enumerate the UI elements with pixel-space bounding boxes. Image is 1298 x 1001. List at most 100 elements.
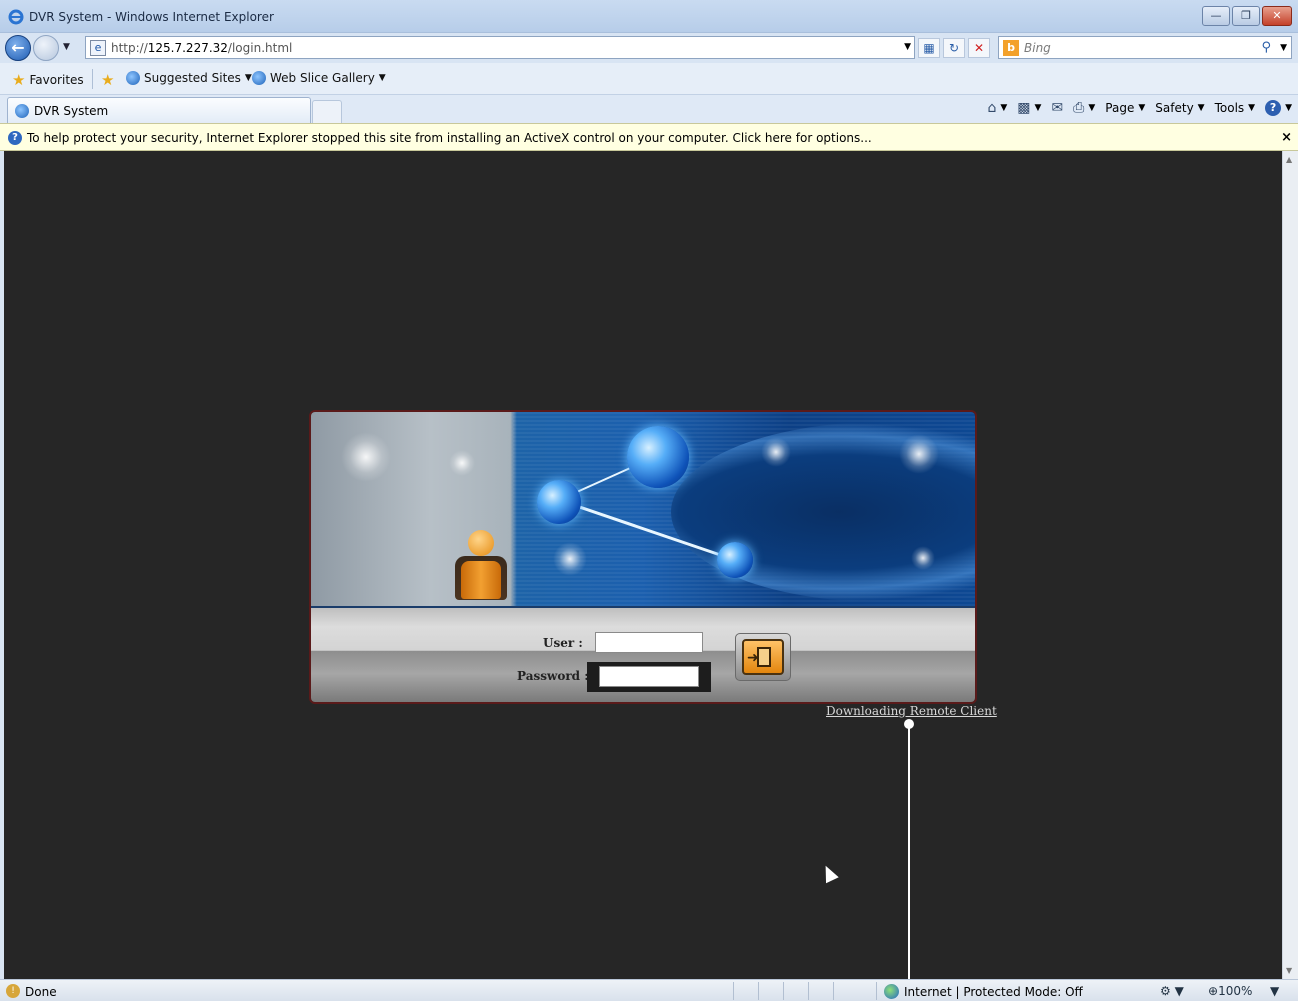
favorites-separator xyxy=(92,69,93,89)
suggested-sites-ie-icon xyxy=(126,71,140,85)
restore-button[interactable]: ❐ xyxy=(1232,6,1260,26)
chevron-down-icon: ▼ xyxy=(1000,103,1008,113)
status-separator xyxy=(733,982,734,1000)
bing-logo-icon: b xyxy=(1003,40,1019,56)
status-bar: ! Done Internet | Protected Mode: Off ⚙ … xyxy=(0,979,1298,1001)
tab-row: DVR System ⌂ ▼ ▩ ▼ ✉ ⎙ ▼ Page ▼ Safety ▼ Tool… xyxy=(0,95,1298,123)
status-separator xyxy=(833,982,834,1000)
vertical-scrollbar[interactable]: ▲ ▼ xyxy=(1282,151,1298,979)
read-mail-button[interactable]: ✉ xyxy=(1051,100,1063,116)
favorites-label: Favorites xyxy=(29,73,84,87)
address-tools: ▦ ↻ ✕ xyxy=(918,38,993,58)
security-zone-text[interactable]: Internet | Protected Mode: Off xyxy=(904,985,1083,999)
scroll-down-icon[interactable]: ▼ xyxy=(1286,966,1292,975)
chevron-down-icon: ▼ xyxy=(1138,103,1146,113)
feeds-button[interactable]: ▩ ▼ xyxy=(1017,100,1041,116)
search-field[interactable]: b Bing ⚲ ▼ xyxy=(998,36,1292,59)
home-button[interactable]: ⌂ ▼ xyxy=(987,100,1007,116)
favorites-button[interactable]: ★ Favorites xyxy=(12,71,84,89)
address-url[interactable]: http://125.7.227.32/login.html xyxy=(111,41,292,55)
window-title-bar: DVR System - Windows Internet Explorer —… xyxy=(0,0,1298,33)
help-icon: ? xyxy=(1265,100,1282,116)
internet-zone-globe-icon xyxy=(884,984,899,999)
stop-icon[interactable]: ✕ xyxy=(968,38,990,58)
chevron-down-icon: ▼ xyxy=(1285,103,1292,113)
password-label: Password : xyxy=(517,669,589,683)
forward-button[interactable] xyxy=(33,35,59,61)
compatibility-view-icon[interactable]: ▦ xyxy=(918,38,940,58)
information-bar-message[interactable]: To help protect your security, Internet … xyxy=(27,131,872,145)
web-slice-ie-icon xyxy=(252,71,266,85)
chevron-down-icon: ▼ xyxy=(244,73,252,83)
password-input[interactable] xyxy=(599,666,699,687)
status-separator xyxy=(783,982,784,1000)
add-favorite-star-icon: ★ xyxy=(101,71,115,89)
favorites-bar: ★ Favorites ★ Suggested Sites ▼ Web Slic… xyxy=(0,63,1298,95)
refresh-icon[interactable]: ↻ xyxy=(943,38,965,58)
close-button[interactable]: ✕ xyxy=(1262,6,1292,26)
recent-pages-dropdown-icon[interactable]: ▼ xyxy=(63,42,70,52)
user-input[interactable] xyxy=(595,632,703,653)
status-text: Done xyxy=(25,985,57,999)
download-remote-client-link[interactable]: Downloading Remote Client xyxy=(826,704,997,718)
mouse-cursor-icon xyxy=(819,862,839,884)
tab-dvr-system[interactable]: DVR System xyxy=(7,97,311,123)
chevron-down-icon: ▼ xyxy=(1088,103,1096,113)
tab-label: DVR System xyxy=(34,104,109,118)
minimize-button[interactable]: — xyxy=(1202,6,1230,26)
window-title: DVR System - Windows Internet Explorer xyxy=(29,10,274,24)
web-slice-label: Web Slice Gallery xyxy=(270,71,375,85)
new-tab-button[interactable] xyxy=(312,100,342,123)
chevron-down-icon: ▼ xyxy=(1034,103,1042,113)
chevron-down-icon: ▼ xyxy=(1197,103,1205,113)
address-field[interactable]: e http://125.7.227.32/login.html ▼ xyxy=(85,36,915,59)
help-menu[interactable]: ? ▼ xyxy=(1265,100,1292,116)
close-icon: ✕ xyxy=(1272,9,1282,22)
suggested-sites-label: Suggested Sites xyxy=(144,71,241,85)
web-slice-gallery-button[interactable]: Web Slice Gallery ▼ xyxy=(252,71,386,85)
printer-icon: ⎙ xyxy=(1073,100,1085,116)
tab-ie-icon xyxy=(15,104,29,118)
status-separator xyxy=(808,982,809,1000)
zoom-level: 100% xyxy=(1218,984,1253,998)
window-controls: — ❐ ✕ xyxy=(1200,6,1292,26)
molecule-orb xyxy=(537,480,581,524)
internet-explorer-logo-icon xyxy=(8,9,24,25)
login-button[interactable]: ➜ xyxy=(735,633,791,681)
command-bar: ⌂ ▼ ▩ ▼ ✉ ⎙ ▼ Page ▼ Safety ▼ Tools ▼ ? ▼ xyxy=(977,100,1292,116)
search-options-dropdown-icon[interactable]: ▼ xyxy=(1280,43,1287,53)
user-label: User : xyxy=(543,636,583,650)
safety-menu[interactable]: Safety ▼ xyxy=(1155,101,1204,115)
annotation-pin-line xyxy=(908,724,910,979)
search-placeholder: Bing xyxy=(1024,41,1051,55)
address-dropdown-icon[interactable]: ▼ xyxy=(904,42,911,52)
zoom-dropdown-icon[interactable]: ▼ xyxy=(1270,984,1279,998)
restore-icon: ❐ xyxy=(1241,9,1251,22)
home-icon: ⌂ xyxy=(987,100,997,116)
page-menu[interactable]: Page ▼ xyxy=(1105,101,1145,115)
add-ons-icon[interactable]: ⚙ ▼ xyxy=(1160,984,1184,998)
molecule-orb xyxy=(627,426,689,488)
scroll-up-icon[interactable]: ▲ xyxy=(1286,155,1292,164)
page-content: User : Password : ➜ Downloading Remote C… xyxy=(4,151,1282,979)
chevron-down-icon: ▼ xyxy=(378,73,386,83)
status-separator xyxy=(758,982,759,1000)
close-information-bar-icon[interactable]: × xyxy=(1281,130,1292,145)
favorites-star-icon: ★ xyxy=(12,71,26,89)
print-button[interactable]: ⎙ ▼ xyxy=(1073,100,1095,116)
back-button[interactable]: ← xyxy=(5,35,31,61)
page-status-icon: ! xyxy=(6,984,20,998)
search-icon[interactable]: ⚲ xyxy=(1261,40,1271,55)
activex-information-bar[interactable]: ? To help protect your security, Interne… xyxy=(0,123,1298,151)
zoom-control[interactable]: ⊕100% xyxy=(1208,984,1252,998)
status-separator xyxy=(876,982,877,1000)
rss-feed-icon: ▩ xyxy=(1017,100,1031,116)
tools-menu[interactable]: Tools ▼ xyxy=(1215,101,1255,115)
login-door-icon: ➜ xyxy=(742,639,784,675)
add-to-favorites-bar-button[interactable]: ★ xyxy=(101,71,118,89)
login-banner-image xyxy=(311,412,975,606)
suggested-sites-button[interactable]: Suggested Sites ▼ xyxy=(126,71,252,85)
molecule-orb xyxy=(717,542,753,578)
address-toolbar: ← ▼ e http://125.7.227.32/login.html ▼ ▦… xyxy=(0,33,1298,63)
login-panel: User : Password : ➜ xyxy=(309,410,977,704)
